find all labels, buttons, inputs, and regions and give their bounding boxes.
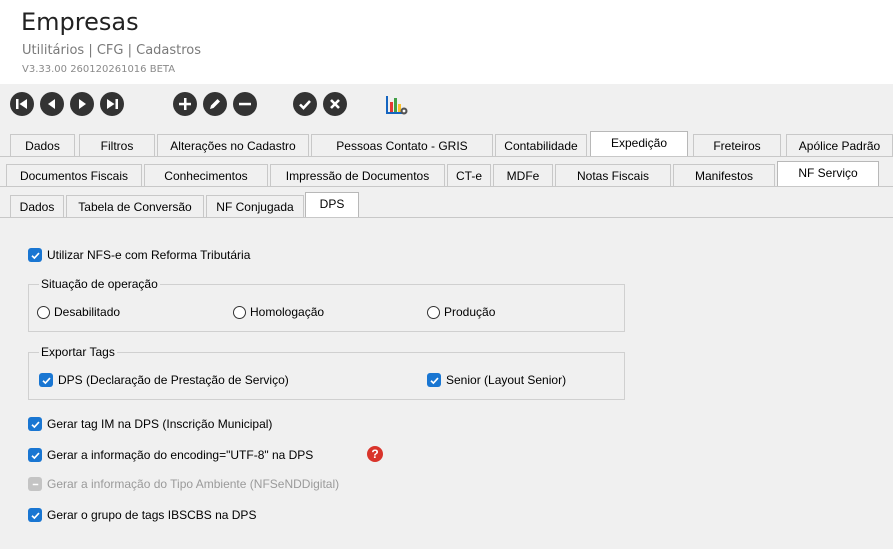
radio-circle-icon [233,305,246,319]
check-icon [28,417,42,431]
check-icon [28,448,42,462]
tab-nf-servico[interactable]: NF Serviço [777,161,879,186]
radio-homologacao-label: Homologação [250,305,325,319]
tab-apolice-padrao[interactable]: Apólice Padrão [786,134,893,156]
check-icon [39,373,53,387]
header: Empresas Utilitários | CFG | Cadastros V… [0,0,893,84]
tab-impressao-documentos[interactable]: Impressão de Documentos [270,164,445,186]
tab-manifestos[interactable]: Manifestos [673,164,775,186]
gerar-im-checkbox[interactable]: Gerar tag IM na DPS (Inscrição Municipal… [28,417,272,431]
check-icon [28,248,42,262]
tab-nf-conjugada[interactable]: NF Conjugada [206,195,304,217]
tab-divider [0,156,893,157]
gerar-ibscbs-checkbox[interactable]: Gerar o grupo de tags IBSCBS na DPS [28,508,256,522]
check-icon [427,373,441,387]
report-chart-icon[interactable] [384,92,410,118]
radio-homologacao[interactable]: Homologação [233,305,324,319]
radio-circle-icon [37,305,50,319]
tab-dados[interactable]: Dados [10,134,75,156]
radio-desabilitado[interactable]: Desabilitado [37,305,120,319]
gerar-encoding-checkbox[interactable]: Gerar a informação do encoding="UTF-8" n… [28,448,313,462]
previous-icon[interactable] [40,92,64,116]
add-icon[interactable] [173,92,197,116]
tab-dados-nf[interactable]: Dados [10,195,64,217]
exportar-legend: Exportar Tags [39,345,117,359]
gerar-im-label: Gerar tag IM na DPS (Inscrição Municipal… [47,417,273,431]
tab-freteiros[interactable]: Freteiros [693,134,781,156]
exportar-tags-group: Exportar Tags DPS (Declaração de Prestaç… [28,345,625,400]
indeterminate-icon [28,477,42,491]
page-title: Empresas [21,8,139,36]
first-icon[interactable] [10,92,34,116]
tab-documentos-fiscais[interactable]: Documentos Fiscais [6,164,142,186]
export-senior-label: Senior (Layout Senior) [446,373,567,387]
last-icon[interactable] [100,92,124,116]
radio-producao-label: Produção [444,305,496,319]
check-icon [28,508,42,522]
dps-panel: Utilizar NFS-e com Reforma Tributária Si… [0,218,893,549]
tab-tabela-conversao[interactable]: Tabela de Conversão [66,195,204,217]
situacao-operacao-group: Situação de operação Desabilitado Homolo… [28,277,625,332]
use-nfse-label: Utilizar NFS-e com Reforma Tributária [47,248,251,262]
confirm-icon[interactable] [293,92,317,116]
radio-circle-icon [427,305,440,319]
tab-divider [0,186,893,187]
export-dps-label: DPS (Declaração de Prestação de Serviço) [58,373,289,387]
toolbar [0,84,893,126]
tab-contabilidade[interactable]: Contabilidade [495,134,587,156]
tab-dps[interactable]: DPS [305,192,359,217]
situacao-legend: Situação de operação [39,277,160,291]
tab-cte[interactable]: CT-e [447,164,491,186]
tab-expedicao[interactable]: Expedição [590,131,688,156]
export-senior-checkbox[interactable]: Senior (Layout Senior) [427,373,566,387]
radio-producao[interactable]: Produção [427,305,495,319]
help-icon[interactable]: ? [367,446,383,462]
tab-notas-fiscais[interactable]: Notas Fiscais [555,164,671,186]
remove-icon[interactable] [233,92,257,116]
expedicao-tabs: Documentos Fiscais Conhecimentos Impress… [0,161,893,186]
use-nfse-checkbox[interactable]: Utilizar NFS-e com Reforma Tributária [28,248,250,262]
tab-mdfe[interactable]: MDFe [493,164,553,186]
radio-desabilitado-label: Desabilitado [54,305,121,319]
tab-pessoas-contato[interactable]: Pessoas Contato - GRIS [311,134,493,156]
tab-alteracoes-cadastro[interactable]: Alterações no Cadastro [157,134,309,156]
breadcrumb: Utilitários | CFG | Cadastros [22,43,202,58]
gerar-tipo-ambiente-checkbox[interactable]: Gerar a informação do Tipo Ambiente (NFS… [28,477,339,491]
nf-servico-tabs: Dados Tabela de Conversão NF Conjugada D… [0,192,893,217]
gerar-ibscbs-label: Gerar o grupo de tags IBSCBS na DPS [47,508,257,522]
tab-conhecimentos[interactable]: Conhecimentos [144,164,268,186]
gerar-tipo-ambiente-label: Gerar a informação do Tipo Ambiente (NFS… [47,477,340,491]
cancel-icon[interactable] [323,92,347,116]
gerar-encoding-label: Gerar a informação do encoding="UTF-8" n… [47,448,314,462]
edit-icon[interactable] [203,92,227,116]
version-label: V3.33.00 260120261016 BETA [22,64,176,75]
tab-filtros[interactable]: Filtros [79,134,155,156]
main-tabs: Dados Filtros Alterações no Cadastro Pes… [0,131,893,156]
export-dps-checkbox[interactable]: DPS (Declaração de Prestação de Serviço) [39,373,289,387]
next-icon[interactable] [70,92,94,116]
